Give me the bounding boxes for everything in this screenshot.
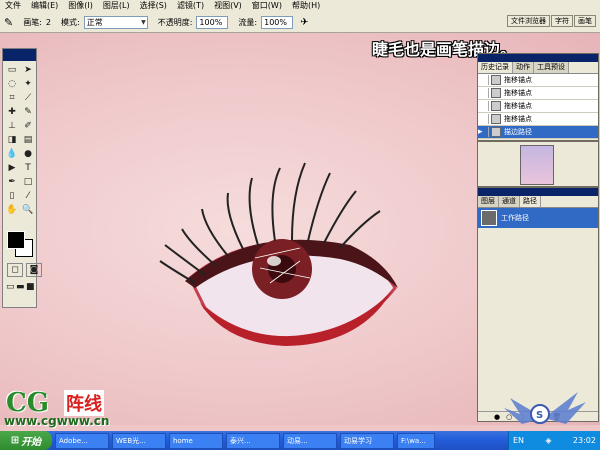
hand-icon[interactable]: ✋ (5, 204, 19, 216)
menu-view[interactable]: 视图(V) (209, 0, 247, 12)
eraser-icon[interactable]: ◨ (5, 134, 19, 146)
pen-icon[interactable]: ✒ (5, 176, 19, 188)
mode-label: 模式: (61, 17, 80, 27)
windows-flag-icon: ⊞ (10, 435, 20, 446)
magic-wand-icon[interactable]: ✦ (21, 78, 35, 90)
tray-icons[interactable]: ◈ (545, 436, 551, 445)
history-item-selected[interactable]: ▸ 描边路径 (478, 126, 598, 139)
flow-label: 流量: (238, 17, 258, 27)
slice-icon[interactable]: ⟋ (21, 92, 35, 104)
system-tray: EN ◈ 23:02 (508, 431, 600, 450)
history-state-arrow-icon: ▸ (478, 127, 489, 137)
wings-logo: S (504, 392, 586, 424)
path-thumbnail (481, 210, 497, 226)
lasso-icon[interactable]: ◌ (5, 78, 19, 90)
menu-window[interactable]: 窗口(W) (247, 0, 287, 12)
history-step-icon (491, 88, 501, 98)
tab-brushes[interactable]: 画笔 (574, 15, 596, 27)
screen-mode-standard-icon[interactable]: ▭ (6, 281, 15, 293)
eyedropper-icon[interactable]: ⁄ (21, 190, 35, 202)
flow-field[interactable]: 100% (261, 15, 294, 29)
tab-file-browser[interactable]: 文件浏览器 (507, 15, 550, 27)
notes-icon[interactable]: ▯ (5, 190, 19, 202)
move-icon[interactable]: ➤ (21, 64, 35, 76)
clock: 23:02 (572, 436, 596, 445)
navigator-panel (477, 141, 599, 187)
dodge-icon[interactable]: ● (21, 148, 35, 160)
marquee-icon[interactable]: ▭ (5, 64, 19, 76)
svg-text:S: S (536, 410, 543, 421)
task-button[interactable]: home (169, 432, 223, 449)
stamp-icon[interactable]: ⊥ (5, 120, 19, 132)
menu-select[interactable]: 选择(S) (135, 0, 172, 12)
logo-zhenxian: 阵线 (64, 390, 104, 416)
foreground-color-swatch[interactable] (7, 231, 25, 249)
paths-panel-titlebar[interactable] (478, 188, 598, 196)
task-button[interactable]: 动易... (283, 432, 337, 449)
menu-help[interactable]: 帮助(H) (287, 0, 325, 12)
history-panel: 历史记录 动作 工具预设 拖移锚点 拖移锚点 拖移锚点 拖移锚点 ▸ 描边路径 (477, 53, 599, 141)
brush-icon[interactable]: ✎ (21, 106, 35, 118)
history-panel-titlebar[interactable] (478, 54, 598, 62)
history-step-icon (491, 127, 501, 137)
brush-size-value[interactable]: 2 (46, 18, 51, 27)
path-row-work-path[interactable]: 工作路径 (478, 208, 598, 228)
start-button[interactable]: ⊞ 开始 (0, 431, 52, 450)
tab-actions[interactable]: 动作 (513, 62, 534, 73)
brush-label: 画笔: (23, 17, 42, 27)
standard-mode-icon[interactable]: ◻ (7, 263, 23, 277)
opacity-label: 不透明度: (157, 17, 193, 27)
shape-icon[interactable]: □ (21, 176, 35, 188)
task-button[interactable]: WEB光... (112, 432, 166, 449)
history-item[interactable]: 拖移锚点 (478, 100, 598, 113)
menu-layer[interactable]: 图层(L) (98, 0, 135, 12)
toolbox: ▭ ➤ ◌ ✦ ⌗ ⟋ ✚ ✎ ⊥ ✐ ◨ ▤ 💧 ● ▶ T ✒ □ ▯ ⁄ … (2, 48, 42, 308)
path-label: 工作路径 (501, 214, 529, 222)
healing-icon[interactable]: ✚ (5, 106, 19, 118)
history-item[interactable]: 拖移锚点 (478, 87, 598, 100)
screen-mode-full-icon[interactable]: ■ (26, 281, 35, 293)
tab-channels[interactable]: 通道 (499, 196, 520, 207)
brush-tool-icon[interactable]: ✎ (4, 16, 13, 29)
language-indicator[interactable]: EN (513, 436, 524, 445)
menu-edit[interactable]: 编辑(E) (26, 0, 63, 12)
tab-history[interactable]: 历史记录 (478, 62, 513, 73)
blur-icon[interactable]: 💧 (5, 148, 19, 160)
tab-paths[interactable]: 路径 (520, 196, 541, 207)
tab-tool-presets[interactable]: 工具预设 (534, 62, 569, 73)
logo-url: www.cgwww.cn (4, 414, 110, 428)
airbrush-icon[interactable]: ✈ (300, 17, 308, 28)
task-button[interactable]: Adobe... (55, 432, 109, 449)
history-step-icon (491, 75, 501, 85)
crop-icon[interactable]: ⌗ (5, 92, 19, 104)
tab-character[interactable]: 字符 (551, 15, 573, 27)
toolbox-header[interactable] (3, 49, 36, 61)
menu-filter[interactable]: 滤镜(T) (172, 0, 209, 12)
palette-well: 文件浏览器 字符 画笔 (507, 15, 596, 27)
task-button[interactable]: F:\wa... (397, 432, 435, 449)
history-step-icon (491, 114, 501, 124)
menu-file[interactable]: 文件 (0, 0, 26, 12)
task-button[interactable]: 泰兴... (226, 432, 280, 449)
zoom-icon[interactable]: 🔍 (21, 204, 35, 216)
eye-highlight (267, 256, 281, 266)
mode-select[interactable]: 正常 (83, 15, 148, 29)
history-item[interactable]: 拖移锚点 (478, 74, 598, 87)
navigator-thumbnail[interactable] (520, 145, 554, 185)
taskbar: ⊞ 开始 Adobe... WEB光... home 泰兴... 动易... 动… (0, 431, 600, 450)
screen-mode-full-menu-icon[interactable]: ▬ (16, 281, 25, 293)
history-brush-icon[interactable]: ✐ (21, 120, 35, 132)
type-icon[interactable]: T (21, 162, 35, 174)
quickmask-mode-icon[interactable]: ◙ (26, 263, 42, 277)
history-step-icon (491, 101, 501, 111)
path-select-icon[interactable]: ▶ (5, 162, 19, 174)
task-button[interactable]: 动易学习 (340, 432, 394, 449)
tab-layers[interactable]: 图层 (478, 196, 499, 207)
menu-image[interactable]: 图像(I) (63, 0, 98, 12)
gradient-icon[interactable]: ▤ (21, 134, 35, 146)
history-item[interactable]: 拖移锚点 (478, 113, 598, 126)
opacity-field[interactable]: 100% (196, 15, 229, 29)
